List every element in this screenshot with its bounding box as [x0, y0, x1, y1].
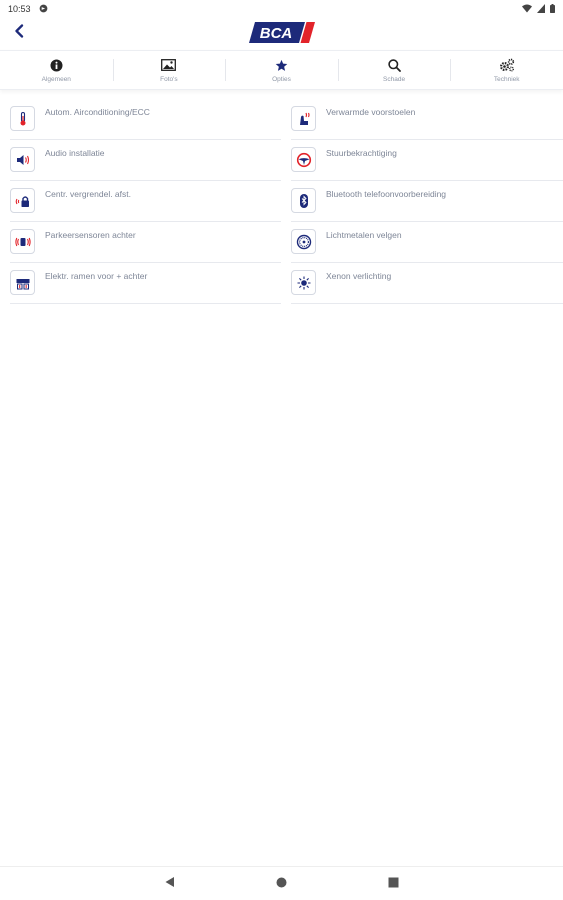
power-windows-icon — [10, 270, 35, 295]
option-xenon: Xenon verlichting — [291, 263, 563, 304]
steering-wheel-icon — [291, 147, 316, 172]
option-central-locking: Centr. vergrendel. afst. — [10, 181, 281, 222]
option-airconditioning: Autom. Airconditioning/ECC — [10, 99, 281, 140]
option-label: Autom. Airconditioning/ECC — [45, 107, 150, 117]
option-label: Elektr. ramen voor + achter — [45, 271, 148, 281]
option-label: Centr. vergrendel. afst. — [45, 189, 131, 199]
tab-fotos[interactable]: Foto's — [112, 51, 226, 89]
option-heated-seats: Verwarmde voorstoelen — [291, 99, 563, 140]
tab-label: Algemeen — [41, 75, 71, 83]
nav-back-button[interactable] — [162, 876, 178, 892]
wifi-icon — [522, 4, 532, 15]
tab-label: Techniek — [493, 75, 520, 83]
nav-home-button[interactable] — [274, 876, 290, 892]
heated-seat-icon — [291, 106, 316, 131]
circle-home-icon — [276, 875, 287, 893]
speaker-icon — [10, 147, 35, 172]
star-icon — [275, 58, 288, 73]
bluetooth-icon — [291, 188, 316, 213]
nav-recents-button[interactable] — [386, 876, 402, 892]
tab-opties[interactable]: Opties — [225, 51, 338, 89]
notification-icon — [39, 4, 48, 15]
status-time: 10:53 — [8, 4, 31, 14]
battery-icon — [550, 3, 555, 15]
option-label: Audio installatie — [45, 148, 105, 158]
option-alloy-wheels: Lichtmetalen velgen — [291, 222, 563, 263]
option-label: Verwarmde voorstoelen — [326, 107, 416, 117]
status-bar: 10:53 — [0, 0, 563, 18]
thermometer-icon — [10, 106, 35, 131]
triangle-back-icon — [164, 875, 175, 893]
option-power-steering: Stuurbekrachtiging — [291, 140, 563, 181]
remote-lock-icon — [10, 188, 35, 213]
parking-sensor-icon — [10, 229, 35, 254]
tab-label: Opties — [272, 75, 291, 83]
alloy-wheel-icon — [291, 229, 316, 254]
option-label: Bluetooth telefoonvoorbereiding — [326, 189, 447, 199]
tab-label: Schade — [383, 75, 406, 83]
tab-techniek[interactable]: Techniek — [450, 51, 563, 89]
bca-logo: BCA — [249, 22, 315, 43]
option-label: Xenon verlichting — [326, 271, 392, 281]
tab-algemeen[interactable]: Algemeen — [0, 51, 113, 89]
option-label: Stuurbekrachtiging — [326, 148, 397, 158]
option-bluetooth: Bluetooth telefoonvoorbereiding — [291, 181, 563, 222]
option-power-windows: Elektr. ramen voor + achter — [10, 263, 281, 304]
options-list: Autom. Airconditioning/ECC Verwarmde voo… — [10, 99, 563, 304]
info-icon — [50, 58, 63, 73]
system-nav-bar — [0, 866, 563, 900]
signal-icon — [537, 3, 545, 15]
search-icon — [387, 58, 401, 73]
option-parking-sensors: Parkeersensoren achter — [10, 222, 281, 263]
tab-label: Foto's — [160, 75, 178, 83]
xenon-light-icon — [291, 270, 316, 295]
option-audio: Audio installatie — [10, 140, 281, 181]
square-recents-icon — [388, 875, 399, 893]
tab-schade[interactable]: Schade — [337, 51, 451, 89]
option-label: Lichtmetalen velgen — [326, 230, 402, 240]
chevron-left-icon — [14, 23, 24, 43]
image-icon — [161, 58, 177, 73]
gears-icon — [499, 58, 515, 73]
option-label: Parkeersensoren achter — [45, 230, 136, 240]
logo-text: BCA — [260, 25, 293, 42]
tab-bar: Algemeen Foto's Opties Schade Techniek — [0, 50, 563, 90]
app-bar: BCA — [0, 18, 563, 48]
back-button[interactable] — [8, 22, 30, 44]
